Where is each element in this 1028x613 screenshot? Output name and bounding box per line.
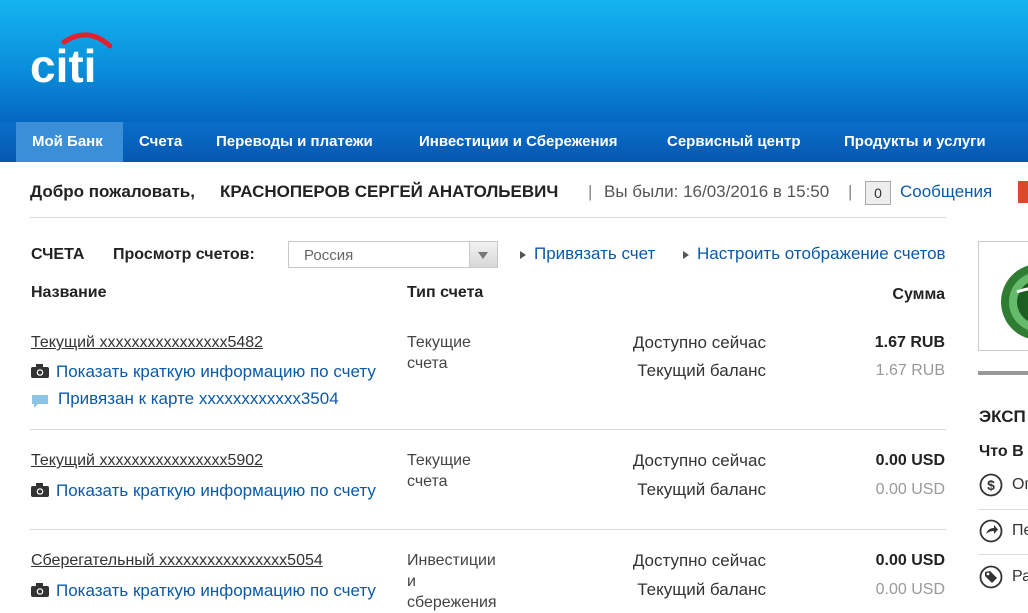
side-item[interactable]: Пе	[979, 513, 1028, 551]
show-account-info-link[interactable]: Показать краткую информацию по счету	[56, 480, 376, 502]
nav-products[interactable]: Продукты и услуги	[828, 122, 1002, 162]
balance-label: Текущий баланс	[637, 580, 766, 599]
side-item[interactable]: Ра	[979, 559, 1028, 597]
speech-bubble-icon	[32, 395, 48, 408]
messages-count-badge[interactable]: 0	[865, 181, 891, 205]
available-amount: 0.00 USD	[875, 552, 945, 569]
separator: |	[848, 182, 853, 201]
divider	[978, 371, 1028, 375]
chevron-down-icon	[478, 252, 488, 259]
account-name-link[interactable]: Сберегательный xxxxxxxxxxxxxxxx5054	[31, 550, 323, 572]
balance-label: Текущий баланс	[637, 480, 766, 499]
row-divider	[30, 529, 946, 530]
divider	[979, 509, 1028, 510]
linked-card-link[interactable]: Привязан к карте xxxxxxxxxxxx3504	[58, 388, 339, 410]
account-type: Текущие счета	[407, 452, 471, 490]
logout-button[interactable]	[1018, 181, 1028, 203]
camera-icon	[31, 583, 49, 597]
camera-icon	[31, 483, 49, 497]
row-divider	[30, 429, 946, 430]
available-label: Доступно сейчас	[632, 451, 766, 470]
welcome-bar: Добро пожаловать, КРАСНОПЕРОВ СЕРГЕЙ АНА…	[30, 178, 1028, 206]
top-header: citi	[0, 0, 1028, 122]
available-label: Доступно сейчас	[632, 333, 766, 352]
account-name-link[interactable]: Текущий xxxxxxxxxxxxxxxx5482	[31, 332, 263, 354]
tag-circle-icon	[979, 565, 1003, 589]
promo-graphic-icon	[1001, 265, 1028, 339]
messages-link[interactable]: Сообщения	[900, 178, 992, 206]
region-select-value: Россия	[304, 247, 354, 264]
nav-my-bank[interactable]: Мой Банк	[16, 122, 123, 162]
greeting: Добро пожаловать,	[30, 182, 195, 201]
side-item-label: Оп	[1012, 476, 1028, 493]
column-header-name: Название	[31, 284, 107, 301]
side-item-label: Пе	[1012, 522, 1028, 539]
balance-amount: 1.67 RUB	[875, 362, 945, 379]
svg-text:$: $	[987, 477, 995, 493]
balance-amount: 0.00 USD	[875, 581, 945, 598]
configure-display-link[interactable]: Настроить отображение счетов	[697, 243, 946, 265]
account-name-link[interactable]: Текущий xxxxxxxxxxxxxxxx5902	[31, 450, 263, 472]
divider	[979, 554, 1028, 555]
user-name: КРАСНОПЕРОВ СЕРГЕЙ АНАТОЛЬЕВИЧ	[220, 182, 559, 201]
side-panel-subtitle: Что В	[979, 443, 1024, 460]
dollar-circle-icon: $	[979, 473, 1003, 497]
citi-logo[interactable]: citi	[30, 30, 112, 86]
camera-icon	[31, 364, 49, 378]
nav-transfers[interactable]: Переводы и платежи	[200, 122, 389, 162]
side-item[interactable]: $ Оп	[979, 467, 1028, 505]
side-panel-title: ЭКСП	[979, 407, 1026, 426]
accounts-title: СЧЕТА	[31, 246, 85, 263]
logo-text: citi	[30, 40, 96, 86]
nav-investments[interactable]: Инвестиции и Сбережения	[403, 122, 634, 162]
column-header-amount: Сумма	[892, 286, 945, 303]
arrow-right-icon	[520, 251, 526, 259]
promo-banner[interactable]	[978, 241, 1028, 351]
available-label: Доступно сейчас	[632, 551, 766, 570]
main-nav: Мой Банк Счета Переводы и платежи Инвест…	[0, 122, 1028, 162]
separator: |	[588, 182, 593, 201]
divider	[30, 217, 946, 218]
view-accounts-label: Просмотр счетов:	[113, 246, 255, 263]
arrow-circle-icon	[979, 519, 1003, 543]
column-header-type: Тип счета	[407, 284, 484, 301]
nav-accounts[interactable]: Счета	[123, 122, 198, 162]
nav-service-center[interactable]: Сервисный центр	[651, 122, 817, 162]
balance-amount: 0.00 USD	[875, 481, 945, 498]
last-visit: Вы были: 16/03/2016 в 15:50	[604, 182, 830, 201]
account-type: Текущие счета	[407, 334, 471, 372]
region-select[interactable]: Россия	[288, 241, 498, 268]
select-dropdown-button[interactable]	[469, 242, 497, 267]
available-amount: 0.00 USD	[875, 452, 945, 469]
show-account-info-link[interactable]: Показать краткую информацию по счету	[56, 361, 376, 383]
account-type: Инвестиции и сбережения	[407, 552, 497, 611]
link-account-link[interactable]: Привязать счет	[534, 243, 655, 265]
show-account-info-link[interactable]: Показать краткую информацию по счету	[56, 580, 376, 602]
side-item-label: Ра	[1012, 568, 1028, 585]
balance-label: Текущий баланс	[637, 361, 766, 380]
available-amount: 1.67 RUB	[874, 334, 945, 351]
arrow-right-icon	[683, 251, 689, 259]
